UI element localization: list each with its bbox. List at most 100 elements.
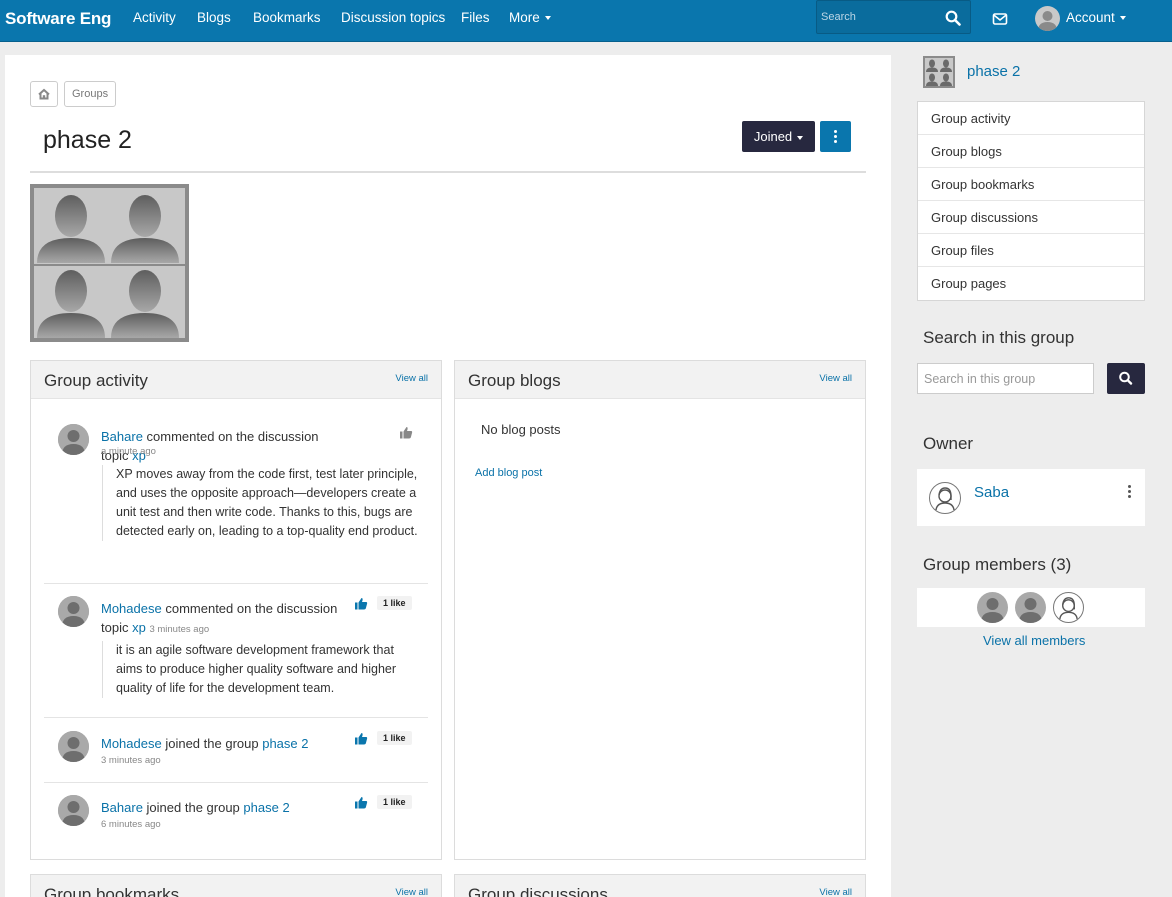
group-thumbnail [923,56,955,88]
avatar[interactable] [58,424,89,455]
home-icon [38,88,50,100]
add-blog-post-link[interactable]: Add blog post [475,467,542,479]
avatar[interactable] [1053,592,1084,623]
sidebar-item-group-bookmarks[interactable]: Group bookmarks [918,168,1144,201]
group-members-heading: Group members (3) [923,555,1072,574]
kebab-dot [1128,485,1131,488]
page-title: phase 2 [43,126,132,154]
avatar[interactable] [58,795,89,826]
account-text: Account [1066,10,1115,25]
thumbs-up-icon[interactable] [354,796,368,809]
divider [44,717,428,718]
owner-heading: Owner [923,434,974,453]
sidebar-group-name: phase 2 [967,63,1021,80]
search-icon[interactable] [945,10,961,26]
avatar[interactable] [929,482,961,514]
breadcrumb-groups[interactable]: Groups [64,81,117,107]
actor-link[interactable]: Bahare [101,429,143,444]
sidebar-item-group-files[interactable]: Group files [918,234,1144,267]
kebab-dot [1128,490,1131,493]
site-brand-link[interactable]: Software Eng [5,9,111,29]
like-count[interactable]: 1 like [377,596,412,610]
avatar[interactable] [58,731,89,762]
widget-title: Group discussions [468,885,608,897]
target-link[interactable]: phase 2 [262,736,308,751]
actor-link[interactable]: Bahare [101,800,143,815]
activity-action: joined the group [165,736,259,751]
like-count[interactable]: 1 like [377,731,412,745]
widget-header: Group discussions View all [455,875,865,897]
activity-time: 3 minutes ago [101,755,161,766]
sidebar-item-group-activity[interactable]: Group activity [918,102,1144,135]
kebab-dot [834,130,837,133]
widget-title: Group activity [44,371,148,390]
divider [44,782,428,783]
group-search-field [917,363,1094,394]
group-owner-menu: Group activity Group blogs Group bookmar… [917,101,1145,301]
view-all-link[interactable]: View all [819,887,852,897]
owner-name-link[interactable]: Saba [974,484,1009,501]
activity-summary: Mohadese commented on the discussion top… [101,599,346,639]
nav-blogs[interactable]: Blogs [197,10,231,25]
owner-menu-icon[interactable] [1128,485,1131,498]
search-group-heading: Search in this group [923,328,1075,347]
mail-icon[interactable] [992,11,1008,27]
chevron-down-icon [797,135,804,140]
chevron-down-icon [544,16,551,21]
view-all-link[interactable]: View all [819,373,852,384]
view-all-link[interactable]: View all [395,887,428,897]
view-all-link[interactable]: View all [395,373,428,384]
group-search-button[interactable] [1107,363,1145,394]
group-discussions-widget: Group discussions View all [454,874,866,897]
site-search [816,0,971,34]
activity-item: Mohadese joined the group phase 2 1 like… [44,731,428,781]
more-actions-button[interactable] [820,121,851,152]
top-navbar: Software Eng Activity Blogs Bookmarks Di… [0,0,1172,42]
nav-discussion-topics[interactable]: Discussion topics [341,10,445,25]
search-icon [1119,371,1133,385]
sidebar-item-group-blogs[interactable]: Group blogs [918,135,1144,168]
avatar[interactable] [1015,592,1046,623]
widget-title: Group bookmarks [44,885,180,897]
nav-more-dropdown[interactable]: More [509,10,551,25]
avatar [1035,6,1060,31]
joined-label: Joined [753,129,793,144]
thumbs-up-icon[interactable] [354,732,368,745]
thumbs-up-icon[interactable] [399,426,413,439]
nav-files[interactable]: Files [461,10,490,25]
target-link[interactable]: phase 2 [243,800,289,815]
avatar[interactable] [58,596,89,627]
group-activity-widget: Group activity View all Bahare commented… [30,360,442,860]
comment-excerpt: it is an agile software development fram… [102,641,420,698]
title-divider [30,171,866,173]
account-label: Account [1066,10,1126,25]
no-blog-posts-text: No blog posts [481,422,561,437]
group-bookmarks-widget: Group bookmarks View all [30,874,442,897]
nav-more-label: More [509,10,540,25]
activity-item: Bahare commented on the discussion topic… [44,424,428,564]
thumbs-up-icon[interactable] [354,597,368,610]
avatar[interactable] [977,592,1008,623]
joined-button[interactable]: Joined [742,121,815,152]
nav-activity[interactable]: Activity [133,10,176,25]
kebab-dot [834,140,837,143]
actor-link[interactable]: Mohadese [101,601,162,616]
activity-summary: Mohadese joined the group phase 2 [101,734,346,753]
activity-time: a minute ago [101,446,156,457]
target-link[interactable]: xp [132,620,146,635]
actor-link[interactable]: Mohadese [101,736,162,751]
view-all-members-link[interactable]: View all members [983,633,1085,648]
sidebar-item-group-pages[interactable]: Group pages [918,267,1144,300]
widget-title: Group blogs [468,371,561,390]
group-icon-image [30,184,189,342]
widget-header: Group activity View all [31,361,441,399]
like-count[interactable]: 1 like [377,795,412,809]
owner-card: Saba [917,469,1145,526]
comment-excerpt: XP moves away from the code first, test … [102,465,420,541]
group-search-input[interactable] [924,372,1084,386]
chevron-down-icon [1119,16,1126,21]
sidebar-item-group-discussions[interactable]: Group discussions [918,201,1144,234]
site-search-input[interactable] [821,11,936,23]
nav-bookmarks[interactable]: Bookmarks [253,10,321,25]
breadcrumb-home[interactable] [30,81,58,107]
